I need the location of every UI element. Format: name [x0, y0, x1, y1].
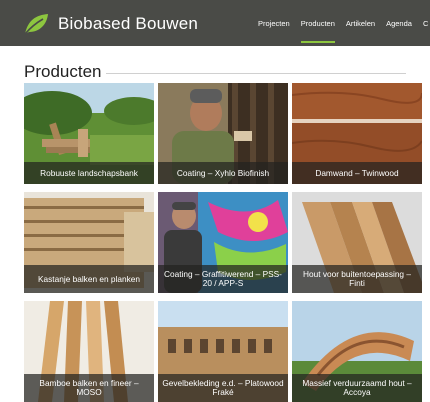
- nav-item-projecten[interactable]: Projecten: [258, 19, 290, 28]
- product-tile-twinwood[interactable]: Damwand – Twinwood: [292, 83, 422, 184]
- product-title: Kastanje balken en planken: [24, 265, 154, 293]
- product-title: Damwand – Twinwood: [292, 162, 422, 184]
- product-title: Bamboe balken en fineer – MOSO: [24, 374, 154, 402]
- product-tile-accoya[interactable]: Massief verduurzaamd hout – Accoya: [292, 301, 422, 402]
- leaf-icon: [24, 14, 48, 35]
- product-tile-moso[interactable]: Bamboe balken en fineer – MOSO: [24, 301, 154, 402]
- top-navigation-bar: Biobased Bouwen Projecten Producten Arti…: [0, 0, 430, 46]
- product-title: Gevelbekleding e.d. – Platowood Fraké: [158, 374, 288, 402]
- product-tile-xyhlo-biofinish[interactable]: Coating – Xyhlo Biofinish: [158, 83, 288, 184]
- product-title: Coating – Xyhlo Biofinish: [158, 162, 288, 184]
- logo-link[interactable]: Biobased Bouwen: [22, 11, 198, 37]
- nav-item-producten[interactable]: Producten: [300, 19, 336, 43]
- title-divider: [106, 73, 406, 74]
- page-title: Producten: [24, 62, 102, 81]
- nav-item-contact[interactable]: C: [423, 19, 428, 28]
- product-tile-graffitiwerend[interactable]: Coating – Graffitiwerend – PSS-20 / APP-…: [158, 192, 288, 293]
- nav-item-artikelen[interactable]: Artikelen: [346, 19, 375, 28]
- product-title: Robuuste landschapsbank: [24, 162, 154, 184]
- product-tile-kastanje[interactable]: Kastanje balken en planken: [24, 192, 154, 293]
- product-tile-platowood[interactable]: Gevelbekleding e.d. – Platowood Fraké: [158, 301, 288, 402]
- product-title: Massief verduurzaamd hout – Accoya: [292, 374, 422, 402]
- main-nav: Projecten Producten Artikelen Agenda C: [258, 0, 430, 46]
- product-tile-finti[interactable]: Hout voor buitentoepassing – Finti: [292, 192, 422, 293]
- product-title: Hout voor buitentoepassing – Finti: [292, 265, 422, 293]
- product-title: Coating – Graffitiwerend – PSS-20 / APP-…: [158, 265, 288, 293]
- brand-name: Biobased Bouwen: [58, 14, 199, 33]
- product-tile-landschapsbank[interactable]: Robuuste landschapsbank: [24, 83, 154, 184]
- nav-item-agenda[interactable]: Agenda: [386, 19, 412, 28]
